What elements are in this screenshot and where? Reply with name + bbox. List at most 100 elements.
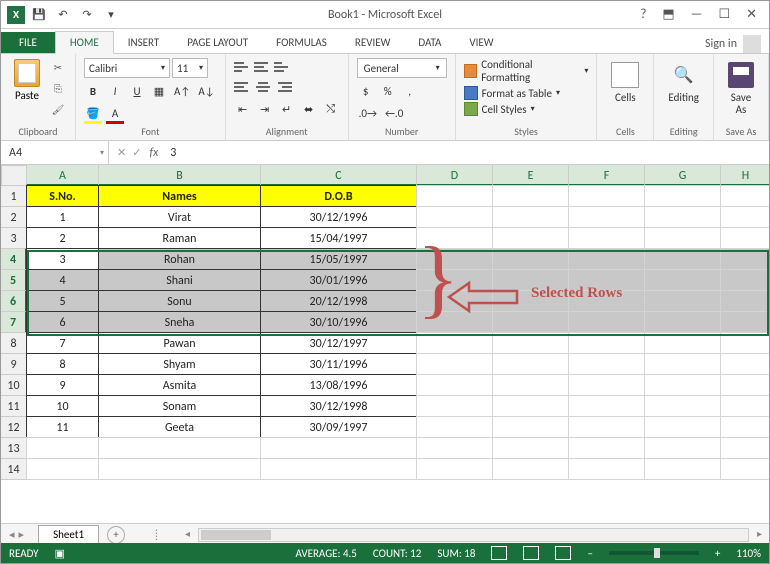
cell-C7[interactable]: 30/10/1996 [260, 311, 417, 333]
cell-D8[interactable] [416, 332, 493, 354]
help-icon[interactable]: ? [640, 7, 646, 22]
cell-F5[interactable] [568, 269, 645, 291]
rowhdr-2[interactable]: 2 [1, 206, 27, 228]
colhdr-E[interactable]: E [492, 165, 569, 186]
qat-save-icon[interactable]: 💾 [29, 5, 49, 25]
qat-undo-icon[interactable]: ↶ [53, 5, 73, 25]
hscroll-thumb[interactable] [201, 530, 271, 540]
colhdr-G[interactable]: G [644, 165, 721, 186]
cell-G13[interactable] [644, 437, 721, 459]
cell-F10[interactable] [568, 374, 645, 396]
border-button[interactable]: ▦ [150, 82, 168, 100]
cell-G8[interactable] [644, 332, 721, 354]
decrease-indent-button[interactable]: ⇤ [234, 100, 252, 118]
cell-D3[interactable] [416, 227, 493, 249]
cell-E2[interactable] [492, 206, 569, 228]
cell-A8[interactable]: 7 [26, 332, 99, 354]
font-color-button[interactable]: A [106, 104, 124, 122]
cell-F9[interactable] [568, 353, 645, 375]
rowhdr-11[interactable]: 11 [1, 395, 27, 417]
wrap-text-button[interactable]: ↵ [278, 100, 296, 118]
cell-styles-button[interactable]: Cell Styles▾ [464, 102, 589, 116]
cell-B14[interactable] [98, 458, 261, 480]
rowhdr-6[interactable]: 6 [1, 290, 27, 312]
cell-B10[interactable]: Asmita [98, 374, 261, 396]
cell-A10[interactable]: 9 [26, 374, 99, 396]
cell-H11[interactable] [720, 395, 769, 417]
cell-F8[interactable] [568, 332, 645, 354]
format-painter-button[interactable]: 🖌 [49, 100, 67, 118]
sheet-tab-sheet1[interactable]: Sheet1 [38, 525, 99, 545]
cell-F14[interactable] [568, 458, 645, 480]
rowhdr-9[interactable]: 9 [1, 353, 27, 375]
cell-A2[interactable]: 1 [26, 206, 99, 228]
colhdr-H[interactable]: H [720, 165, 769, 186]
cell-C5[interactable]: 30/01/1996 [260, 269, 417, 291]
cell-A1[interactable]: S.No. [26, 185, 99, 207]
align-bottom-button[interactable] [274, 58, 292, 76]
zoom-in-button[interactable]: + [715, 547, 720, 560]
align-center-button[interactable] [254, 78, 272, 96]
cell-G7[interactable] [644, 311, 721, 333]
cell-C9[interactable]: 30/11/1996 [260, 353, 417, 375]
cell-C1[interactable]: D.O.B [260, 185, 417, 207]
zoom-level[interactable]: 110% [736, 547, 761, 560]
maximize-icon[interactable]: ☐ [718, 7, 730, 22]
cell-H14[interactable] [720, 458, 769, 480]
colhdr-D[interactable]: D [416, 165, 493, 186]
cell-A5[interactable]: 4 [26, 269, 99, 291]
cell-D4[interactable] [416, 248, 493, 270]
cell-C6[interactable]: 20/12/1998 [260, 290, 417, 312]
cell-F6[interactable] [568, 290, 645, 312]
minimize-icon[interactable]: — [691, 7, 703, 22]
comma-button[interactable]: , [401, 82, 419, 100]
ribbon-display-icon[interactable]: ⬒ [662, 7, 674, 22]
tab-review[interactable]: REVIEW [341, 32, 405, 53]
split-handle-icon[interactable]: ⁞ [155, 528, 158, 541]
colhdr-A[interactable]: A [26, 165, 99, 186]
cell-D10[interactable] [416, 374, 493, 396]
tab-file[interactable]: FILE [1, 32, 55, 53]
cell-B8[interactable]: Pawan [98, 332, 261, 354]
new-sheet-button[interactable]: + [107, 526, 125, 544]
cell-H7[interactable] [720, 311, 769, 333]
rowhdr-13[interactable]: 13 [1, 437, 27, 459]
cell-E10[interactable] [492, 374, 569, 396]
tab-data[interactable]: DATA [404, 32, 455, 53]
merge-button[interactable]: ⬌ [300, 100, 318, 118]
cell-B2[interactable]: Virat [98, 206, 261, 228]
zoom-slider[interactable] [609, 551, 699, 555]
colhdr-C[interactable]: C [260, 165, 417, 186]
cell-H6[interactable] [720, 290, 769, 312]
cell-B3[interactable]: Raman [98, 227, 261, 249]
spreadsheet-grid[interactable]: ABCDEFGH1S.No.NamesD.O.B21Virat30/12/199… [1, 165, 769, 523]
cell-H10[interactable] [720, 374, 769, 396]
cell-B13[interactable] [98, 437, 261, 459]
fx-icon[interactable]: fx [149, 146, 164, 160]
macro-record-icon[interactable]: ▣ [55, 547, 65, 560]
cancel-formula-icon[interactable]: ✕ [117, 146, 126, 159]
cell-C4[interactable]: 15/05/1997 [260, 248, 417, 270]
copy-button[interactable]: ⎘ [49, 79, 67, 97]
cell-C11[interactable]: 30/12/1998 [260, 395, 417, 417]
italic-button[interactable]: I [106, 82, 124, 100]
cell-B12[interactable]: Geeta [98, 416, 261, 438]
sheet-nav-next-icon[interactable]: ▸ [19, 528, 25, 541]
cell-G10[interactable] [644, 374, 721, 396]
underline-button[interactable]: U [128, 82, 146, 100]
cell-E8[interactable] [492, 332, 569, 354]
cell-D7[interactable] [416, 311, 493, 333]
cell-A4[interactable]: 3 [26, 248, 99, 270]
cell-B1[interactable]: Names [98, 185, 261, 207]
view-normal-button[interactable] [491, 546, 507, 560]
cell-A9[interactable]: 8 [26, 353, 99, 375]
conditional-formatting-button[interactable]: Conditional Formatting▾ [464, 58, 589, 84]
increase-indent-button[interactable]: ⇥ [256, 100, 274, 118]
cell-D5[interactable] [416, 269, 493, 291]
colhdr-F[interactable]: F [568, 165, 645, 186]
cell-E5[interactable] [492, 269, 569, 291]
cut-button[interactable]: ✂ [49, 58, 67, 76]
rowhdr-10[interactable]: 10 [1, 374, 27, 396]
cell-D14[interactable] [416, 458, 493, 480]
paste-button[interactable]: Paste [9, 58, 45, 102]
